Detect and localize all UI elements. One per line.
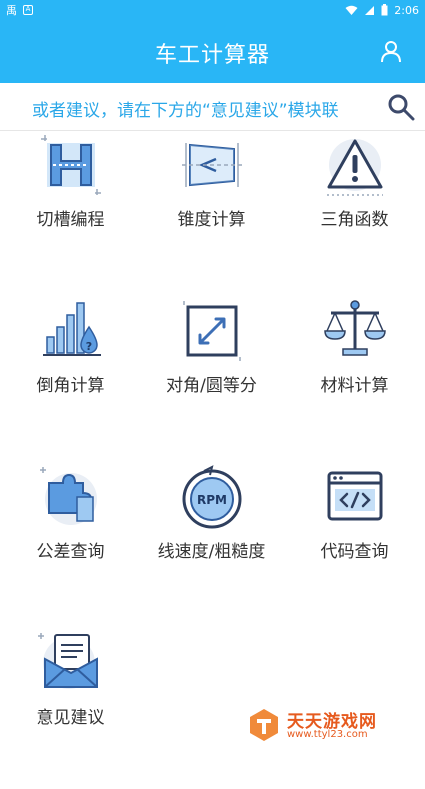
chamfer-chart-icon: ? [37, 297, 105, 365]
grid-item-label: 倒角计算 [0, 371, 141, 396]
notice-text: 或者建议，请在下方的“意见建议”模块联 [0, 96, 370, 121]
grid-item-label: 材料计算 [284, 371, 425, 396]
signal-icon [364, 5, 375, 16]
grooving-icon [37, 131, 105, 199]
grid-item-taper[interactable]: 锥度计算 [141, 131, 282, 291]
grid-item-label: 代码查询 [284, 537, 425, 562]
grid-item-trig[interactable]: 三角函数 [284, 131, 425, 291]
puzzle-icon [37, 463, 105, 531]
watermark: 天天游戏网 www.ttyl23.com [247, 707, 417, 743]
taper-icon [178, 131, 246, 199]
notice-bar: 或者建议，请在下方的“意见建议”模块联 [0, 83, 425, 131]
svg-text:?: ? [86, 340, 92, 353]
user-profile-icon[interactable] [379, 39, 403, 63]
diagonal-arrow-icon [178, 297, 246, 365]
battery-icon [381, 4, 388, 16]
grid-item-chamfer[interactable]: ? 倒角计算 [0, 297, 141, 457]
wifi-icon [345, 5, 358, 16]
grid-item-label: 三角函数 [284, 205, 425, 230]
grid-item-label: 对角/圆等分 [141, 371, 282, 396]
page-title: 车工计算器 [0, 37, 425, 69]
grid-item-grooving[interactable]: 切槽编程 [0, 131, 141, 291]
grid-item-label: 公差查询 [0, 537, 141, 562]
status-time: 2:06 [394, 4, 419, 17]
svg-text:RPM: RPM [197, 493, 227, 507]
rpm-icon: RPM [178, 463, 246, 531]
grid-item-diagonal[interactable]: 对角/圆等分 [141, 297, 282, 457]
code-window-icon [321, 463, 389, 531]
grid-item-code[interactable]: 代码查询 [284, 463, 425, 623]
grid-item-label: 切槽编程 [0, 205, 141, 230]
grid-item-label: 意见建议 [0, 703, 141, 728]
watermark-url: www.ttyl23.com [287, 729, 368, 740]
status-notification-icon: A [23, 5, 33, 15]
grid-item-label: 锥度计算 [141, 205, 282, 230]
status-bar: 禹 A 2:06 [0, 0, 425, 20]
grid-item-material[interactable]: 材料计算 [284, 297, 425, 457]
grid-item-speed[interactable]: RPM 线速度/粗糙度 [141, 463, 282, 623]
search-icon[interactable] [387, 93, 415, 121]
app-header: 车工计算器 [0, 20, 425, 83]
balance-scale-icon [321, 297, 389, 365]
warning-triangle-icon [321, 131, 389, 199]
grid-item-label: 线速度/粗糙度 [141, 537, 282, 562]
grid-item-tolerance[interactable]: 公差查询 [0, 463, 141, 623]
watermark-logo-icon [247, 707, 281, 741]
status-app-glyph: 禹 [6, 2, 17, 18]
grid-item-feedback[interactable]: 意见建议 [0, 629, 141, 789]
mail-letter-icon [37, 629, 105, 697]
